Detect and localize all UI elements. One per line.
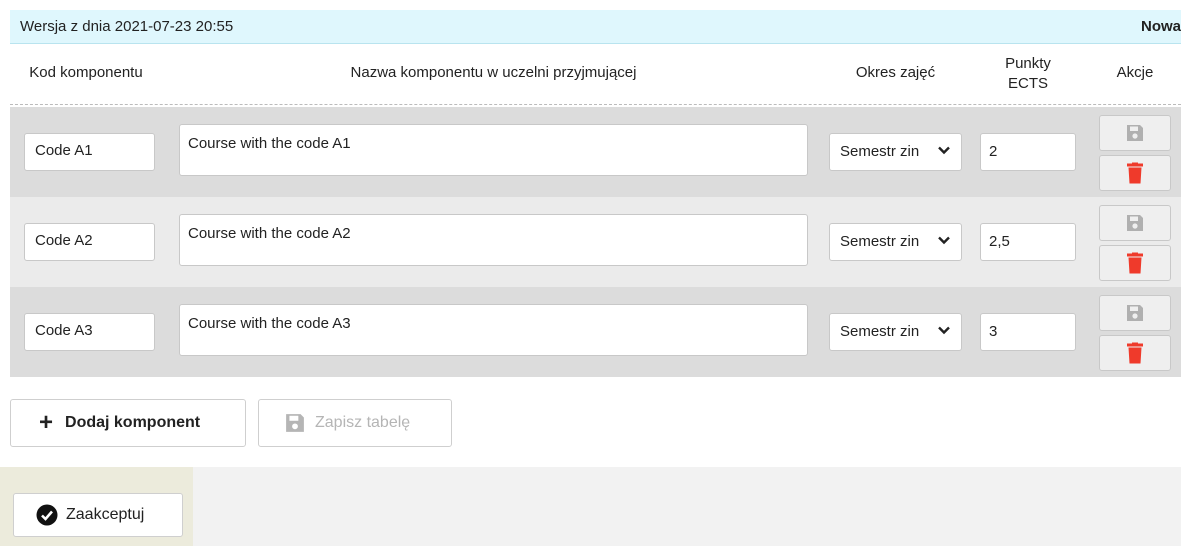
header-period: Okres zajęć <box>855 64 936 81</box>
chevron-down-icon <box>938 326 950 335</box>
delete-row-button[interactable] <box>1099 155 1171 191</box>
header-actions: Akcje <box>1116 64 1154 81</box>
header-divider <box>10 104 1181 106</box>
version-bar: Wersja z dnia 2021-07-23 20:55 Nowa <box>10 10 1181 44</box>
plus-icon: + <box>39 409 54 436</box>
version-status: Nowa <box>1140 18 1181 35</box>
table-row: Code A1 Course with the code A1 Semestr … <box>10 107 1181 197</box>
ects-input[interactable]: 2,5 <box>980 223 1076 261</box>
save-table-button[interactable]: Zapisz tabelę <box>258 399 452 447</box>
trash-icon <box>1127 342 1143 364</box>
delete-row-button[interactable] <box>1099 245 1171 281</box>
save-table-label: Zapisz tabelę <box>315 414 411 431</box>
header-code: Kod komponentu <box>29 64 143 81</box>
check-circle-icon <box>36 504 58 526</box>
component-code-input[interactable]: Code A3 <box>24 313 155 351</box>
save-row-button[interactable] <box>1099 115 1171 151</box>
component-code-input[interactable]: Code A1 <box>24 133 155 171</box>
floppy-disk-icon <box>1127 125 1143 141</box>
component-name-input[interactable]: Course with the code A3 <box>179 304 808 356</box>
period-select[interactable]: Semestr zin <box>829 133 962 171</box>
accept-button[interactable]: Zaakceptuj <box>13 493 183 537</box>
component-name-input[interactable]: Course with the code A1 <box>179 124 808 176</box>
trash-icon <box>1127 252 1143 274</box>
header-name: Nazwa komponentu w uczelni przyjmującej <box>350 64 637 81</box>
period-select-value: Semestr zin <box>840 233 920 250</box>
table-row: Code A3 Course with the code A3 Semestr … <box>10 287 1181 377</box>
trash-icon <box>1127 162 1143 184</box>
component-code-input[interactable]: Code A2 <box>24 223 155 261</box>
ects-input[interactable]: 3 <box>980 313 1076 351</box>
table-header: Kod komponentu Nazwa komponentu w uczeln… <box>10 44 1181 106</box>
accept-label: Zaakceptuj <box>66 506 145 523</box>
ects-input[interactable]: 2 <box>980 133 1076 171</box>
floppy-disk-icon <box>286 414 304 432</box>
delete-row-button[interactable] <box>1099 335 1171 371</box>
period-select-value: Semestr zin <box>840 143 920 160</box>
period-select[interactable]: Semestr zin <box>829 223 962 261</box>
floppy-disk-icon <box>1127 215 1143 231</box>
header-ects-line2: ECTS <box>1007 75 1048 92</box>
add-component-button[interactable]: + Dodaj komponent <box>10 399 246 447</box>
chevron-down-icon <box>938 146 950 155</box>
header-ects: Punkty ECTS <box>980 54 1076 94</box>
save-row-button[interactable] <box>1099 295 1171 331</box>
add-component-label: Dodaj komponent <box>65 414 201 431</box>
floppy-disk-icon <box>1127 305 1143 321</box>
header-ects-line1: Punkty <box>1005 55 1051 72</box>
period-select[interactable]: Semestr zin <box>829 313 962 351</box>
table-row: Code A2 Course with the code A2 Semestr … <box>10 197 1181 287</box>
footer-panel <box>193 467 1181 546</box>
chevron-down-icon <box>938 236 950 245</box>
save-row-button[interactable] <box>1099 205 1171 241</box>
period-select-value: Semestr zin <box>840 323 920 340</box>
component-name-input[interactable]: Course with the code A2 <box>179 214 808 266</box>
version-label: Wersja z dnia 2021-07-23 20:55 <box>20 18 234 35</box>
